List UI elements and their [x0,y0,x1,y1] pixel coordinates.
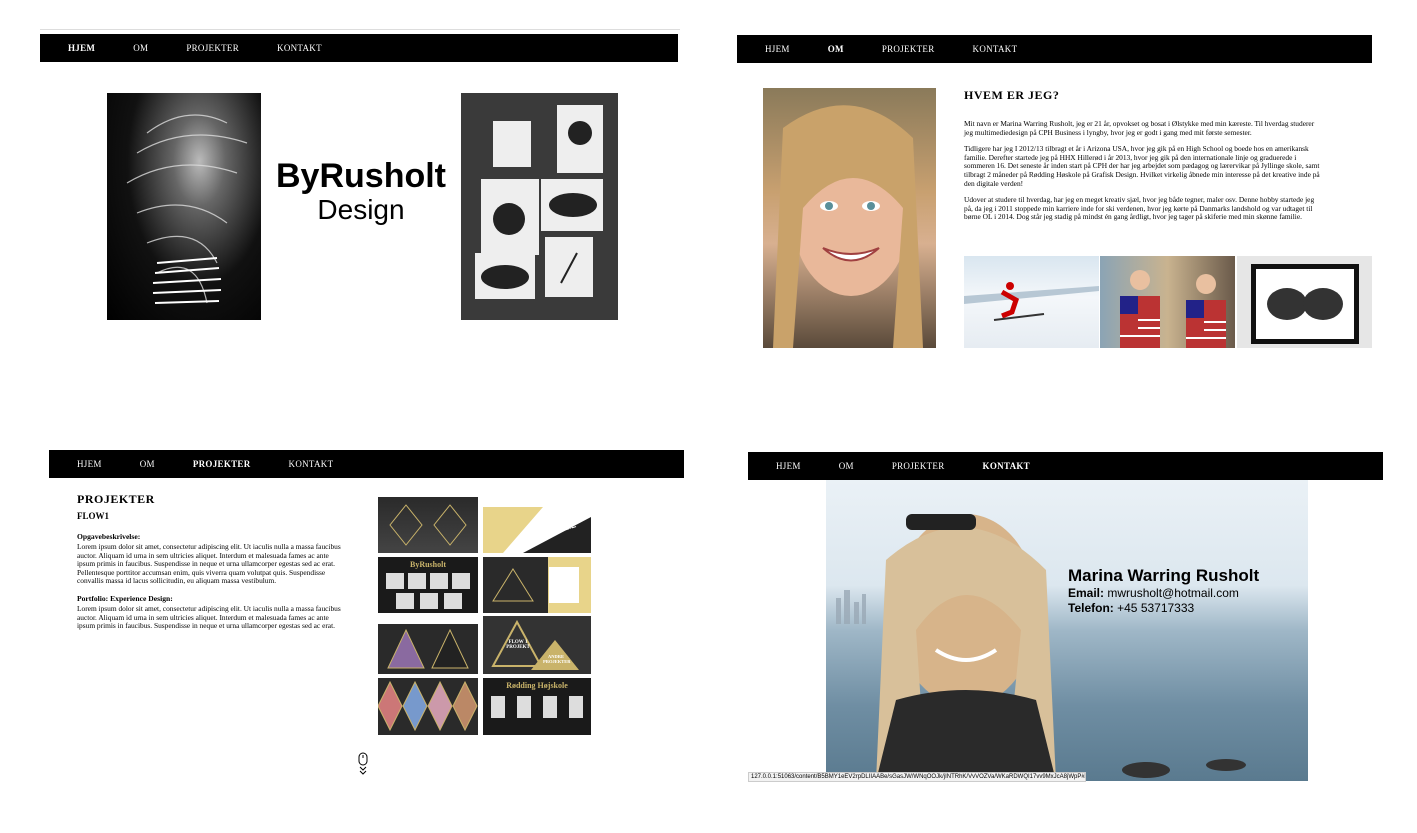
skiing-photo [964,256,1099,348]
section2-text: Lorem ipsum dolor sit amet, consectetur … [77,603,341,631]
project-thumb-triangle[interactable] [483,557,591,613]
nav-projekter[interactable]: PROJEKTER [882,44,935,54]
contact-name: Marina Warring Rusholt [1068,566,1260,585]
project-thumb-byrusholt-diamonds[interactable] [378,497,478,553]
byrusholt-label: ByRusholt [409,560,446,569]
nav-bar: HJEM OM PROJEKTER KONTAKT [737,35,1372,63]
section1-title: Opgavebeskrivelse: [77,532,141,541]
nav-om[interactable]: OM [133,43,148,53]
projects-heading: PROJEKTER [77,492,155,506]
contact-page: HJEM OM PROJEKTER KONTAKT Marina Warring… [748,452,1388,787]
section1-text: Lorem ipsum dolor sit amet, consectetur … [77,542,341,586]
project-thumb-rodding[interactable]: Rødding Højskole [483,678,591,735]
nav-kontakt[interactable]: KONTAKT [973,44,1018,54]
artwork-collage-photo [461,93,618,320]
nav-hjem[interactable]: HJEM [68,43,95,53]
nav-bar: HJEM OM PROJEKTER KONTAKT [40,34,678,62]
status-bar-url: 127.0.0.1:51063/content/B5BMY1eEV2rpDLII… [748,772,1086,782]
contact-card: Marina Warring Rusholt Email: mwrusholt@… [1068,566,1259,616]
about-paragraph: Mit navn er Marina Warring Rusholt, jeg … [964,119,1315,137]
nav-kontakt[interactable]: KONTAKT [983,461,1030,471]
contact-hero-photo: Marina Warring Rusholt Email: mwrusholt@… [826,480,1308,781]
nav-om[interactable]: OM [828,44,844,54]
smiling-portrait-photo [763,88,936,348]
projects-subheading: FLOW1 [77,511,110,521]
nav-bar: HJEM OM PROJEKTER KONTAKT [748,452,1383,480]
brand-title: ByRusholt Design [272,158,450,226]
phone-value: +45 53717333 [1117,601,1195,615]
nav-hjem[interactable]: HJEM [77,459,102,469]
projects-page: HJEM OM PROJEKTER KONTAKT PROJEKTER FLOW… [49,448,689,783]
flow1-label: FLOW 1 PROJEKT [506,640,530,650]
nav-projekter[interactable]: PROJEKTER [193,459,251,469]
nav-bar: HJEM OM PROJEKTER KONTAKT [49,450,684,478]
project-thumb-paintings[interactable] [378,678,478,735]
nav-projekter[interactable]: PROJEKTER [186,43,239,53]
email-link[interactable]: mwrusholt@hotmail.com [1107,586,1239,600]
brand-line-1: ByRusholt [276,157,446,195]
nav-hjem[interactable]: HJEM [776,461,801,471]
about-paragraph: Udover at studere til hverdag, har jeg e… [964,195,1315,222]
project-thumb-flow1[interactable]: FLOW 1 PROJEKT ANDRE PROJEKTER [483,616,591,674]
elephant-art-photo [1237,256,1372,348]
about-heading: HVEM ER JEG? [964,88,1060,102]
project-thumb-byrusholt[interactable]: ByRusholt [378,557,478,613]
andre-label: ANDRE PROJEKTER [543,654,571,664]
nav-kontakt[interactable]: KONTAKT [277,43,322,53]
nav-projekter[interactable]: PROJEKTER [892,461,945,471]
about-paragraph: Tidligere har jeg I 2012/13 tilbragt et … [964,144,1320,188]
project-thumb-diamond-nav[interactable] [378,618,478,674]
section2-title: Portfolio: Experience Design: [77,593,173,603]
email-label: Email: [1068,586,1105,600]
phone-label: Telefon: [1068,601,1114,615]
projects-text: Opgavebeskrivelse: Lorem ipsum dolor sit… [77,532,347,639]
mouse-scroll-icon[interactable] [357,752,369,776]
project-thumb-portfolie[interactable]: PORTFOLIE [483,497,591,553]
rodding-label: Rødding Højskole [506,681,568,690]
about-page: HJEM OM PROJEKTER KONTAKT HVEM ER JEG? M… [737,33,1377,363]
hair-portrait-photo [107,93,261,320]
flag-sweater-photo [1100,256,1235,348]
nav-kontakt[interactable]: KONTAKT [289,459,334,469]
nav-om[interactable]: OM [839,461,854,471]
nav-hjem[interactable]: HJEM [765,44,790,54]
home-page: HJEM OM PROJEKTER KONTAKT ByRusholt Desi… [40,29,680,359]
about-text: Mit navn er Marina Warring Rusholt, jeg … [964,119,1324,230]
nav-om[interactable]: OM [140,459,155,469]
brand-line-2: Design [317,194,405,225]
